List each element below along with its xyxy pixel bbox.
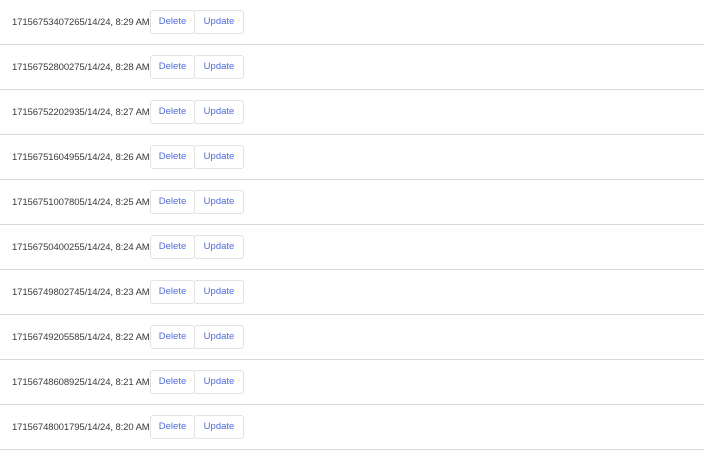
item-text: 17156751007805/14/24, 8:25 AM [12, 196, 150, 208]
item-list: 17156753407265/14/24, 8:29 AM Delete Upd… [0, 0, 704, 450]
item-text: 17156748001795/14/24, 8:20 AM [12, 421, 150, 433]
item-text: 17156752800275/14/24, 8:28 AM [12, 61, 150, 73]
update-button[interactable]: Update [194, 55, 244, 79]
list-item: 17156752202935/14/24, 8:27 AM Delete Upd… [0, 90, 704, 135]
delete-button[interactable]: Delete [150, 10, 195, 34]
update-button[interactable]: Update [194, 235, 244, 259]
update-button[interactable]: Update [194, 325, 244, 349]
list-item: 17156751007805/14/24, 8:25 AM Delete Upd… [0, 180, 704, 225]
delete-button[interactable]: Delete [150, 100, 195, 124]
update-button[interactable]: Update [194, 280, 244, 304]
delete-button[interactable]: Delete [150, 55, 195, 79]
item-text: 17156749802745/14/24, 8:23 AM [12, 286, 150, 298]
delete-button[interactable]: Delete [150, 415, 195, 439]
item-text: 17156751604955/14/24, 8:26 AM [12, 151, 150, 163]
item-text: 17156749205585/14/24, 8:22 AM [12, 331, 150, 343]
update-button[interactable]: Update [194, 370, 244, 394]
delete-button[interactable]: Delete [150, 280, 195, 304]
list-item: 17156750400255/14/24, 8:24 AM Delete Upd… [0, 225, 704, 270]
update-button[interactable]: Update [194, 10, 244, 34]
delete-button[interactable]: Delete [150, 370, 195, 394]
delete-button[interactable]: Delete [150, 190, 195, 214]
item-text: 17156750400255/14/24, 8:24 AM [12, 241, 150, 253]
update-button[interactable]: Update [194, 415, 244, 439]
list-item: 17156748608925/14/24, 8:21 AM Delete Upd… [0, 360, 704, 405]
list-item: 17156749802745/14/24, 8:23 AM Delete Upd… [0, 270, 704, 315]
item-text: 17156748608925/14/24, 8:21 AM [12, 376, 150, 388]
list-item: 17156749205585/14/24, 8:22 AM Delete Upd… [0, 315, 704, 360]
list-item: 17156752800275/14/24, 8:28 AM Delete Upd… [0, 45, 704, 90]
delete-button[interactable]: Delete [150, 235, 195, 259]
delete-button[interactable]: Delete [150, 325, 195, 349]
list-item: 17156751604955/14/24, 8:26 AM Delete Upd… [0, 135, 704, 180]
update-button[interactable]: Update [194, 100, 244, 124]
item-text: 17156752202935/14/24, 8:27 AM [12, 106, 150, 118]
list-item: 17156748001795/14/24, 8:20 AM Delete Upd… [0, 405, 704, 450]
delete-button[interactable]: Delete [150, 145, 195, 169]
item-text: 17156753407265/14/24, 8:29 AM [12, 16, 150, 28]
update-button[interactable]: Update [194, 190, 244, 214]
update-button[interactable]: Update [194, 145, 244, 169]
list-item: 17156753407265/14/24, 8:29 AM Delete Upd… [0, 0, 704, 45]
